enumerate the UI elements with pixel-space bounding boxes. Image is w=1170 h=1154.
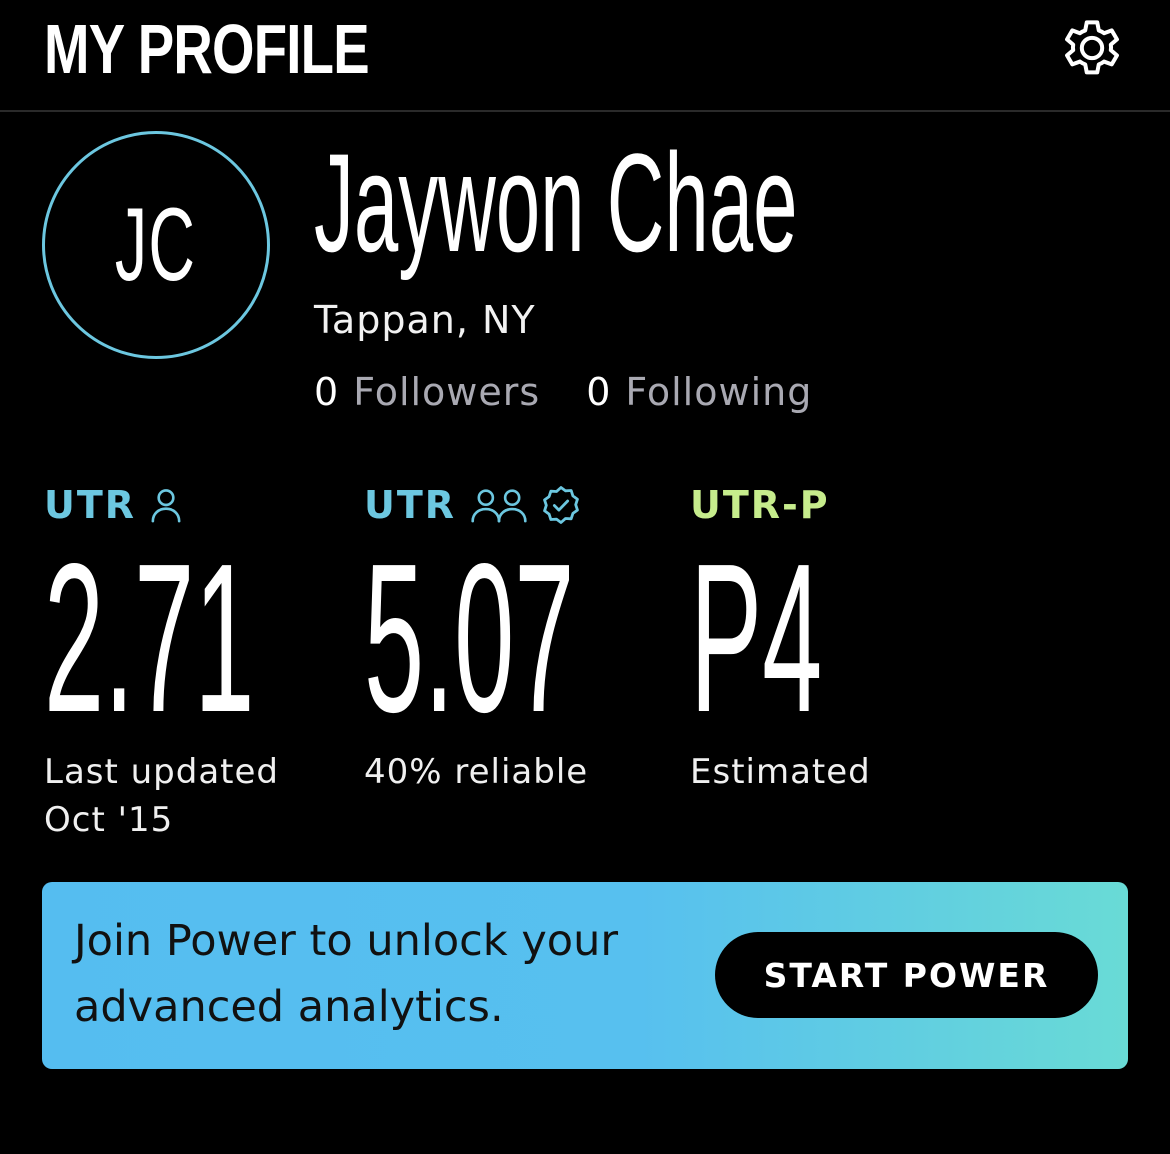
avatar-initials: JC [115, 187, 197, 303]
utr-doubles-caption-line1: 40% reliable [364, 752, 589, 792]
followers-count: 0 [314, 370, 340, 414]
followers-link[interactable]: 0 Followers [314, 368, 540, 416]
following-label: Following [625, 370, 813, 414]
user-name: Jaywon Chae [314, 124, 798, 281]
follow-stats: 0 Followers 0 Following [314, 368, 812, 416]
utr-doubles-value: 5.07 [364, 519, 575, 756]
utr-p-caption: Estimated [690, 748, 871, 796]
followers-label: Followers [353, 370, 541, 414]
gear-icon [1065, 20, 1119, 75]
following-count: 0 [586, 370, 612, 414]
power-promo-banner: Join Power to unlock your advanced analy… [42, 882, 1128, 1069]
promo-text: Join Power to unlock your advanced analy… [74, 916, 619, 1032]
utr-singles-caption: Last updated Oct '15 [44, 748, 279, 844]
avatar[interactable]: JC [42, 131, 270, 359]
utr-doubles-stat[interactable]: UTR 5.07 40% reliable [364, 482, 587, 792]
utr-p-stat[interactable]: UTR-P P4 Estimated [690, 482, 870, 792]
following-link[interactable]: 0 Following [586, 368, 812, 416]
utr-doubles-caption: 40% reliable [364, 748, 588, 796]
user-location: Tappan, NY [314, 298, 536, 342]
utr-singles-value: 2.71 [44, 519, 255, 756]
utr-p-caption-line1: Estimated [690, 752, 871, 792]
utr-singles-stat[interactable]: UTR 2.71 Last updated Oct '15 [44, 482, 278, 840]
app-header: MY PROFILE [0, 0, 1170, 112]
utr-singles-caption-line2: Oct '15 [44, 800, 174, 840]
utr-p-value: P4 [690, 519, 823, 756]
page-title: MY PROFILE [44, 10, 370, 88]
settings-button[interactable] [1052, 8, 1132, 88]
start-power-button[interactable]: START POWER [715, 932, 1098, 1018]
utr-singles-caption-line1: Last updated [44, 752, 280, 792]
